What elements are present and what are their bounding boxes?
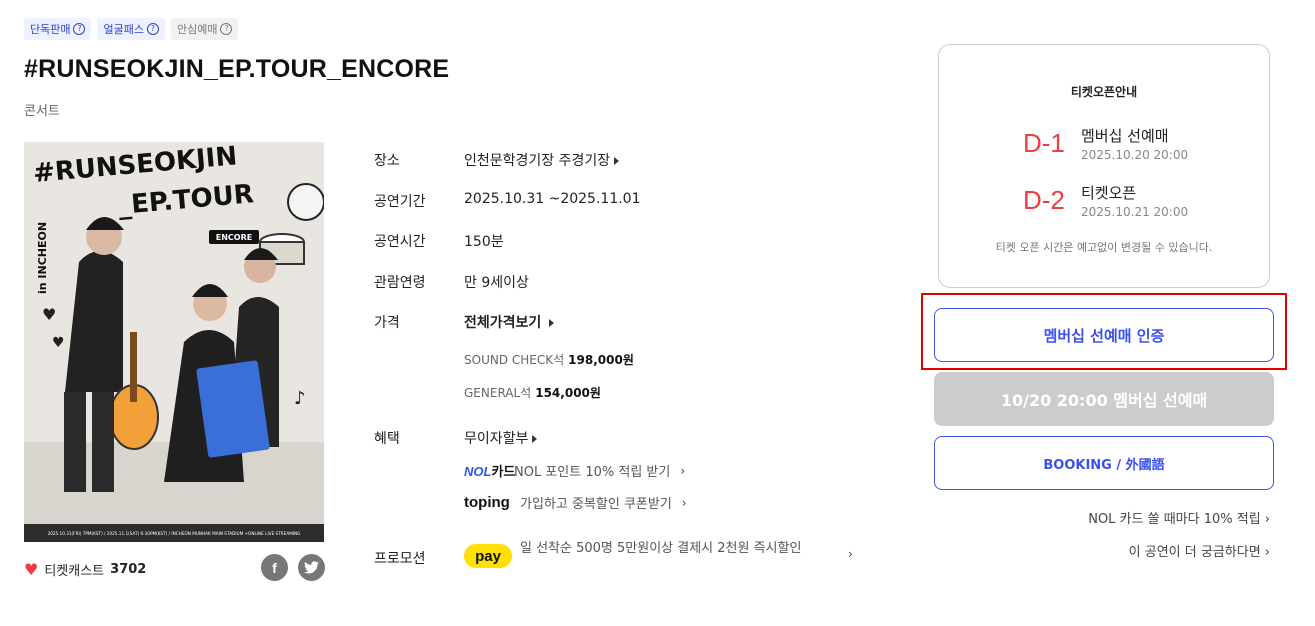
help-icon: ? xyxy=(220,23,233,35)
toping-benefit-text: 가입하고 중복할인 쿠폰받기 xyxy=(520,497,672,512)
svg-text:♪: ♪ xyxy=(294,388,306,409)
ticketcast-button[interactable]: ♥ 티켓캐스트 3702 xyxy=(24,560,146,579)
chevron-right-icon: › xyxy=(1264,512,1270,527)
period-value: 2025.10.31 ~2025.11.01 xyxy=(464,191,641,207)
caret-right-icon xyxy=(532,435,538,443)
open-date: 2025.10.20 20:00 xyxy=(1081,148,1189,162)
open-schedule-item: D-2 티켓오픈 2025.10.21 20:00 xyxy=(1023,182,1188,219)
view-all-prices-link[interactable]: 전체가격보기 xyxy=(464,312,555,332)
benefit-value: 무이자할부 xyxy=(464,431,529,447)
genre-label: 콘서트 xyxy=(24,104,60,119)
price-label: 가격 xyxy=(374,315,400,331)
nol-benefit-text: NOL 포인트 10% 적립 받기 xyxy=(514,465,671,480)
open-date: 2025.10.21 20:00 xyxy=(1081,205,1189,219)
chevron-right-icon: › xyxy=(681,495,687,510)
ticketcast-count: 3702 xyxy=(110,562,147,577)
open-schedule-item: D-1 멤버십 선예매 2025.10.20 20:00 xyxy=(1023,125,1188,162)
nol-card-link[interactable]: NOL 카드 쓸 때마다 10% 적립 › xyxy=(1088,508,1270,527)
badge-safe-booking[interactable]: 안심예매 ? xyxy=(170,18,239,40)
caret-right-icon xyxy=(549,319,555,327)
seat-name: SOUND CHECK석 xyxy=(464,353,565,367)
venue-value: 인천문학경기장 주경기장 xyxy=(464,153,611,169)
ticketcast-label: 티켓캐스트 xyxy=(44,564,105,579)
installment-link[interactable]: 무이자할부 xyxy=(464,428,538,448)
poster-tag: ENCORE xyxy=(216,233,252,242)
page-title: #RUNSEOKJIN_EP.TOUR_ENCORE xyxy=(24,55,450,83)
dday-label: D-2 xyxy=(1023,185,1065,215)
runtime-value: 150분 xyxy=(464,234,504,250)
price-link-text: 전체가격보기 xyxy=(464,315,542,331)
promotion-text[interactable]: 일 선착순 500명 5만원이상 결제시 2천원 즉시할인 xyxy=(520,538,840,560)
share-buttons: f xyxy=(261,554,325,581)
facebook-icon[interactable]: f xyxy=(261,554,288,581)
poster-location: in INCHEON xyxy=(36,222,49,294)
chevron-right-icon[interactable]: › xyxy=(848,547,853,561)
help-icon: ? xyxy=(146,23,159,35)
twitter-icon[interactable] xyxy=(298,554,325,581)
seat-price: 154,000원 xyxy=(535,386,601,400)
poster-footer: 2025.10.31(FRI) 7PM(KST) / 2025.11.1(SAT… xyxy=(48,531,301,536)
verify-label: 멤버십 선예매 인증 xyxy=(1043,326,1165,345)
booking-label: BOOKING / 外國語 xyxy=(1043,457,1165,473)
dday-label: D-1 xyxy=(1023,128,1065,158)
price-item: GENERAL석 154,000원 xyxy=(464,384,601,401)
seat-price: 198,000원 xyxy=(568,353,634,367)
svg-text:♥: ♥ xyxy=(52,335,65,351)
caret-right-icon xyxy=(614,157,620,165)
poster-image: #RUNSEOKJIN _EP.TOUR in INCHEON ENCORE ♥… xyxy=(24,142,324,542)
seat-name: GENERAL석 xyxy=(464,386,532,400)
kakao-pay-logo: pay xyxy=(464,544,512,568)
open-name: 티켓오픈 xyxy=(1081,184,1137,202)
membership-verify-button[interactable]: 멤버십 선예매 인증 xyxy=(934,308,1274,362)
toping-logo: toping xyxy=(464,494,510,511)
runtime-label: 공연시간 xyxy=(374,234,426,250)
chevron-right-icon: › xyxy=(680,463,686,478)
badge-row: 단독판매 ? 얼굴패스 ? 안심예매 ? xyxy=(24,18,239,40)
benefit-label: 혜택 xyxy=(374,431,400,447)
open-name: 멤버십 선예매 xyxy=(1081,127,1169,145)
toping-benefit[interactable]: toping 가입하고 중복할인 쿠폰받기 › xyxy=(464,493,687,512)
heart-icon: ♥ xyxy=(24,559,39,579)
nol-brand: NOL xyxy=(464,464,492,479)
period-label: 공연기간 xyxy=(374,194,426,210)
more-info-link-text: 이 공연이 더 궁금하다면 xyxy=(1128,545,1261,560)
presale-label: 10/20 20:00 멤버십 선예매 xyxy=(1000,391,1208,410)
badge-face-pass[interactable]: 얼굴패스 ? xyxy=(97,18,165,40)
badge-label: 안심예매 xyxy=(176,23,218,36)
ticket-open-panel: 티켓오픈안내 D-1 멤버십 선예매 2025.10.20 20:00 D-2 … xyxy=(938,44,1270,288)
more-info-link[interactable]: 이 공연이 더 궁금하다면 › xyxy=(1129,541,1270,560)
nol-card-benefit[interactable]: NOL카드 NOL 포인트 10% 적립 받기 › xyxy=(464,461,686,481)
nol-card-link-text: NOL 카드 쓸 때마다 10% 적립 xyxy=(1088,512,1261,527)
age-value: 만 9세이상 xyxy=(464,275,529,291)
badge-label: 단독판매 xyxy=(30,23,71,36)
help-icon: ? xyxy=(73,23,86,35)
promotion-label: 프로모션 xyxy=(374,551,426,567)
kakao-pay-brand: pay xyxy=(475,547,501,565)
venue-label: 장소 xyxy=(374,153,400,169)
ticket-open-title: 티켓오픈안내 xyxy=(1070,85,1138,99)
membership-presale-button[interactable]: 10/20 20:00 멤버십 선예매 xyxy=(934,372,1274,426)
chevron-right-icon: › xyxy=(1264,545,1270,560)
badge-exclusive[interactable]: 단독판매 ? xyxy=(24,18,92,40)
svg-text:♥: ♥ xyxy=(42,305,56,324)
booking-foreign-button[interactable]: BOOKING / 外國語 xyxy=(934,436,1274,490)
nol-suffix: 카드 xyxy=(491,464,516,479)
price-item: SOUND CHECK석 198,000원 xyxy=(464,351,634,368)
open-notice: 티켓 오픈 시간은 예고없이 변경될 수 있습니다. xyxy=(995,241,1213,254)
badge-label: 얼굴패스 xyxy=(103,23,144,36)
facebook-letter: f xyxy=(272,559,277,576)
venue-link[interactable]: 인천문학경기장 주경기장 xyxy=(464,150,620,170)
age-label: 관람연령 xyxy=(374,275,426,291)
nol-card-logo: NOL카드 xyxy=(464,461,516,480)
